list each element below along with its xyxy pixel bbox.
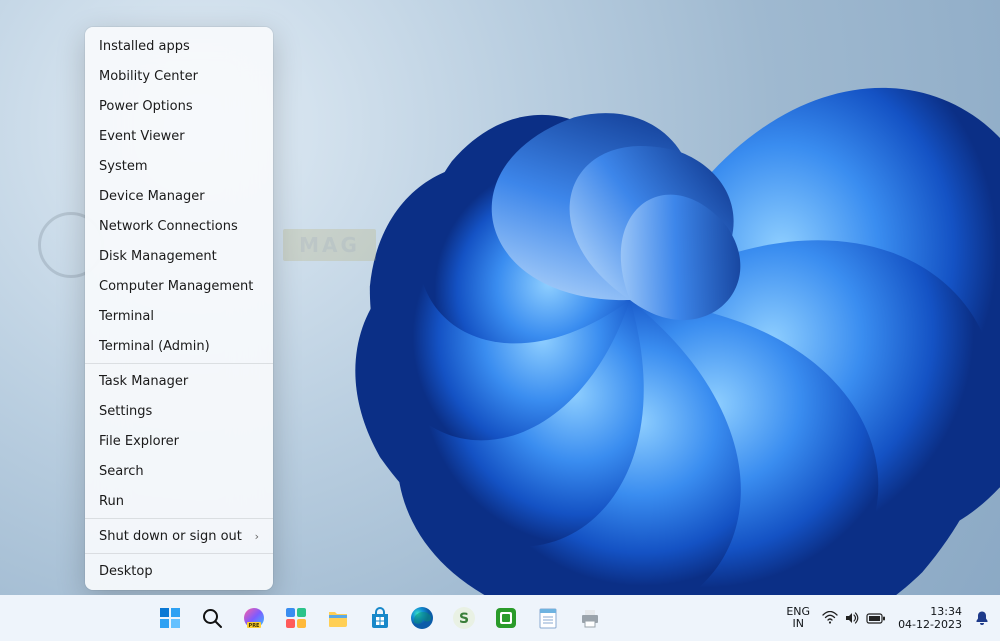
winx-item-terminal[interactable]: Terminal xyxy=(85,301,273,331)
winx-item-power-options[interactable]: Power Options xyxy=(85,91,273,121)
copilot-icon: PRE xyxy=(242,606,266,630)
language-indicator[interactable]: ENG IN xyxy=(786,606,810,630)
watermark-text-right: MAG xyxy=(283,229,376,261)
volume-icon xyxy=(844,611,860,625)
quick-settings[interactable] xyxy=(822,611,886,625)
winx-item-task-manager[interactable]: Task Manager xyxy=(85,366,273,396)
winx-item-label: Shut down or sign out xyxy=(99,529,242,544)
taskbar-system-tray: ENG IN 13:34 04-12-2023 xyxy=(786,605,1000,631)
winx-item-label: Installed apps xyxy=(99,39,190,54)
camtasia-icon xyxy=(494,606,518,630)
notepad-icon xyxy=(536,606,560,630)
winx-item-terminal-admin[interactable]: Terminal (Admin) xyxy=(85,331,273,361)
taskbar-printer-button[interactable] xyxy=(571,599,609,637)
widgets-icon xyxy=(284,606,308,630)
taskbar-widgets-button[interactable] xyxy=(277,599,315,637)
menu-separator xyxy=(85,553,273,554)
clock-date: 04-12-2023 xyxy=(898,618,962,631)
winx-item-label: Disk Management xyxy=(99,249,217,264)
winx-item-label: Search xyxy=(99,464,144,479)
winx-item-label: Network Connections xyxy=(99,219,238,234)
winx-item-system[interactable]: System xyxy=(85,151,273,181)
winx-item-search[interactable]: Search xyxy=(85,456,273,486)
bell-icon xyxy=(974,610,990,626)
winx-item-label: Desktop xyxy=(99,564,153,579)
snagit-icon: S xyxy=(452,606,476,630)
winx-item-label: Task Manager xyxy=(99,374,188,389)
taskbar-explorer-button[interactable] xyxy=(319,599,357,637)
wallpaper-bloom-svg xyxy=(160,0,1000,640)
winx-item-label: System xyxy=(99,159,147,174)
svg-text:PRE: PRE xyxy=(249,623,261,629)
desktop-root: { "watermark": {"left":"GEEKER","right":… xyxy=(0,0,1000,641)
store-icon xyxy=(368,606,392,630)
search-icon xyxy=(200,606,224,630)
winx-item-network-connections[interactable]: Network Connections xyxy=(85,211,273,241)
taskbar-camtasia-button[interactable] xyxy=(487,599,525,637)
taskbar-store-button[interactable] xyxy=(361,599,399,637)
winx-item-label: Run xyxy=(99,494,124,509)
edge-icon xyxy=(410,606,434,630)
winx-item-device-manager[interactable]: Device Manager xyxy=(85,181,273,211)
menu-separator xyxy=(85,518,273,519)
explorer-icon xyxy=(326,606,350,630)
battery-icon xyxy=(866,612,886,625)
taskbar-notepad-button[interactable] xyxy=(529,599,567,637)
winx-item-installed-apps[interactable]: Installed apps xyxy=(85,31,273,61)
winx-item-label: Power Options xyxy=(99,99,193,114)
winx-item-label: Settings xyxy=(99,404,152,419)
winx-item-run[interactable]: Run xyxy=(85,486,273,516)
winx-item-label: Terminal (Admin) xyxy=(99,339,210,354)
taskbar-snagit-button[interactable]: S xyxy=(445,599,483,637)
menu-separator xyxy=(85,363,273,364)
winx-item-mobility-center[interactable]: Mobility Center xyxy=(85,61,273,91)
winx-item-computer-management[interactable]: Computer Management xyxy=(85,271,273,301)
winx-item-file-explorer[interactable]: File Explorer xyxy=(85,426,273,456)
winx-item-event-viewer[interactable]: Event Viewer xyxy=(85,121,273,151)
lang-bottom: IN xyxy=(792,618,803,630)
taskbar-search-button[interactable] xyxy=(193,599,231,637)
winx-item-settings[interactable]: Settings xyxy=(85,396,273,426)
winx-item-label: Computer Management xyxy=(99,279,253,294)
winx-item-label: Mobility Center xyxy=(99,69,198,84)
start-icon xyxy=(158,606,182,630)
printer-icon xyxy=(578,606,602,630)
chevron-right-icon: › xyxy=(255,530,259,543)
winx-item-label: Event Viewer xyxy=(99,129,185,144)
taskbar-centered-apps: PRE S xyxy=(151,599,609,637)
taskbar-copilot-button[interactable]: PRE xyxy=(235,599,273,637)
winx-item-disk-management[interactable]: Disk Management xyxy=(85,241,273,271)
winx-context-menu: Installed apps Mobility Center Power Optio… xyxy=(85,27,273,590)
clock-time: 13:34 xyxy=(930,605,962,618)
winx-item-shut-down-or-sign-out[interactable]: Shut down or sign out › xyxy=(85,521,273,551)
winx-item-label: File Explorer xyxy=(99,434,179,449)
taskbar: PRE S ENG IN 13:34 04-12-2023 xyxy=(0,595,1000,641)
winx-item-desktop[interactable]: Desktop xyxy=(85,556,273,586)
taskbar-edge-button[interactable] xyxy=(403,599,441,637)
taskbar-start-button[interactable] xyxy=(151,599,189,637)
svg-text:S: S xyxy=(459,611,469,627)
winx-item-label: Terminal xyxy=(99,309,154,324)
winx-item-label: Device Manager xyxy=(99,189,205,204)
taskbar-clock[interactable]: 13:34 04-12-2023 xyxy=(898,605,962,631)
notifications-button[interactable] xyxy=(974,610,990,626)
wifi-icon xyxy=(822,611,838,625)
